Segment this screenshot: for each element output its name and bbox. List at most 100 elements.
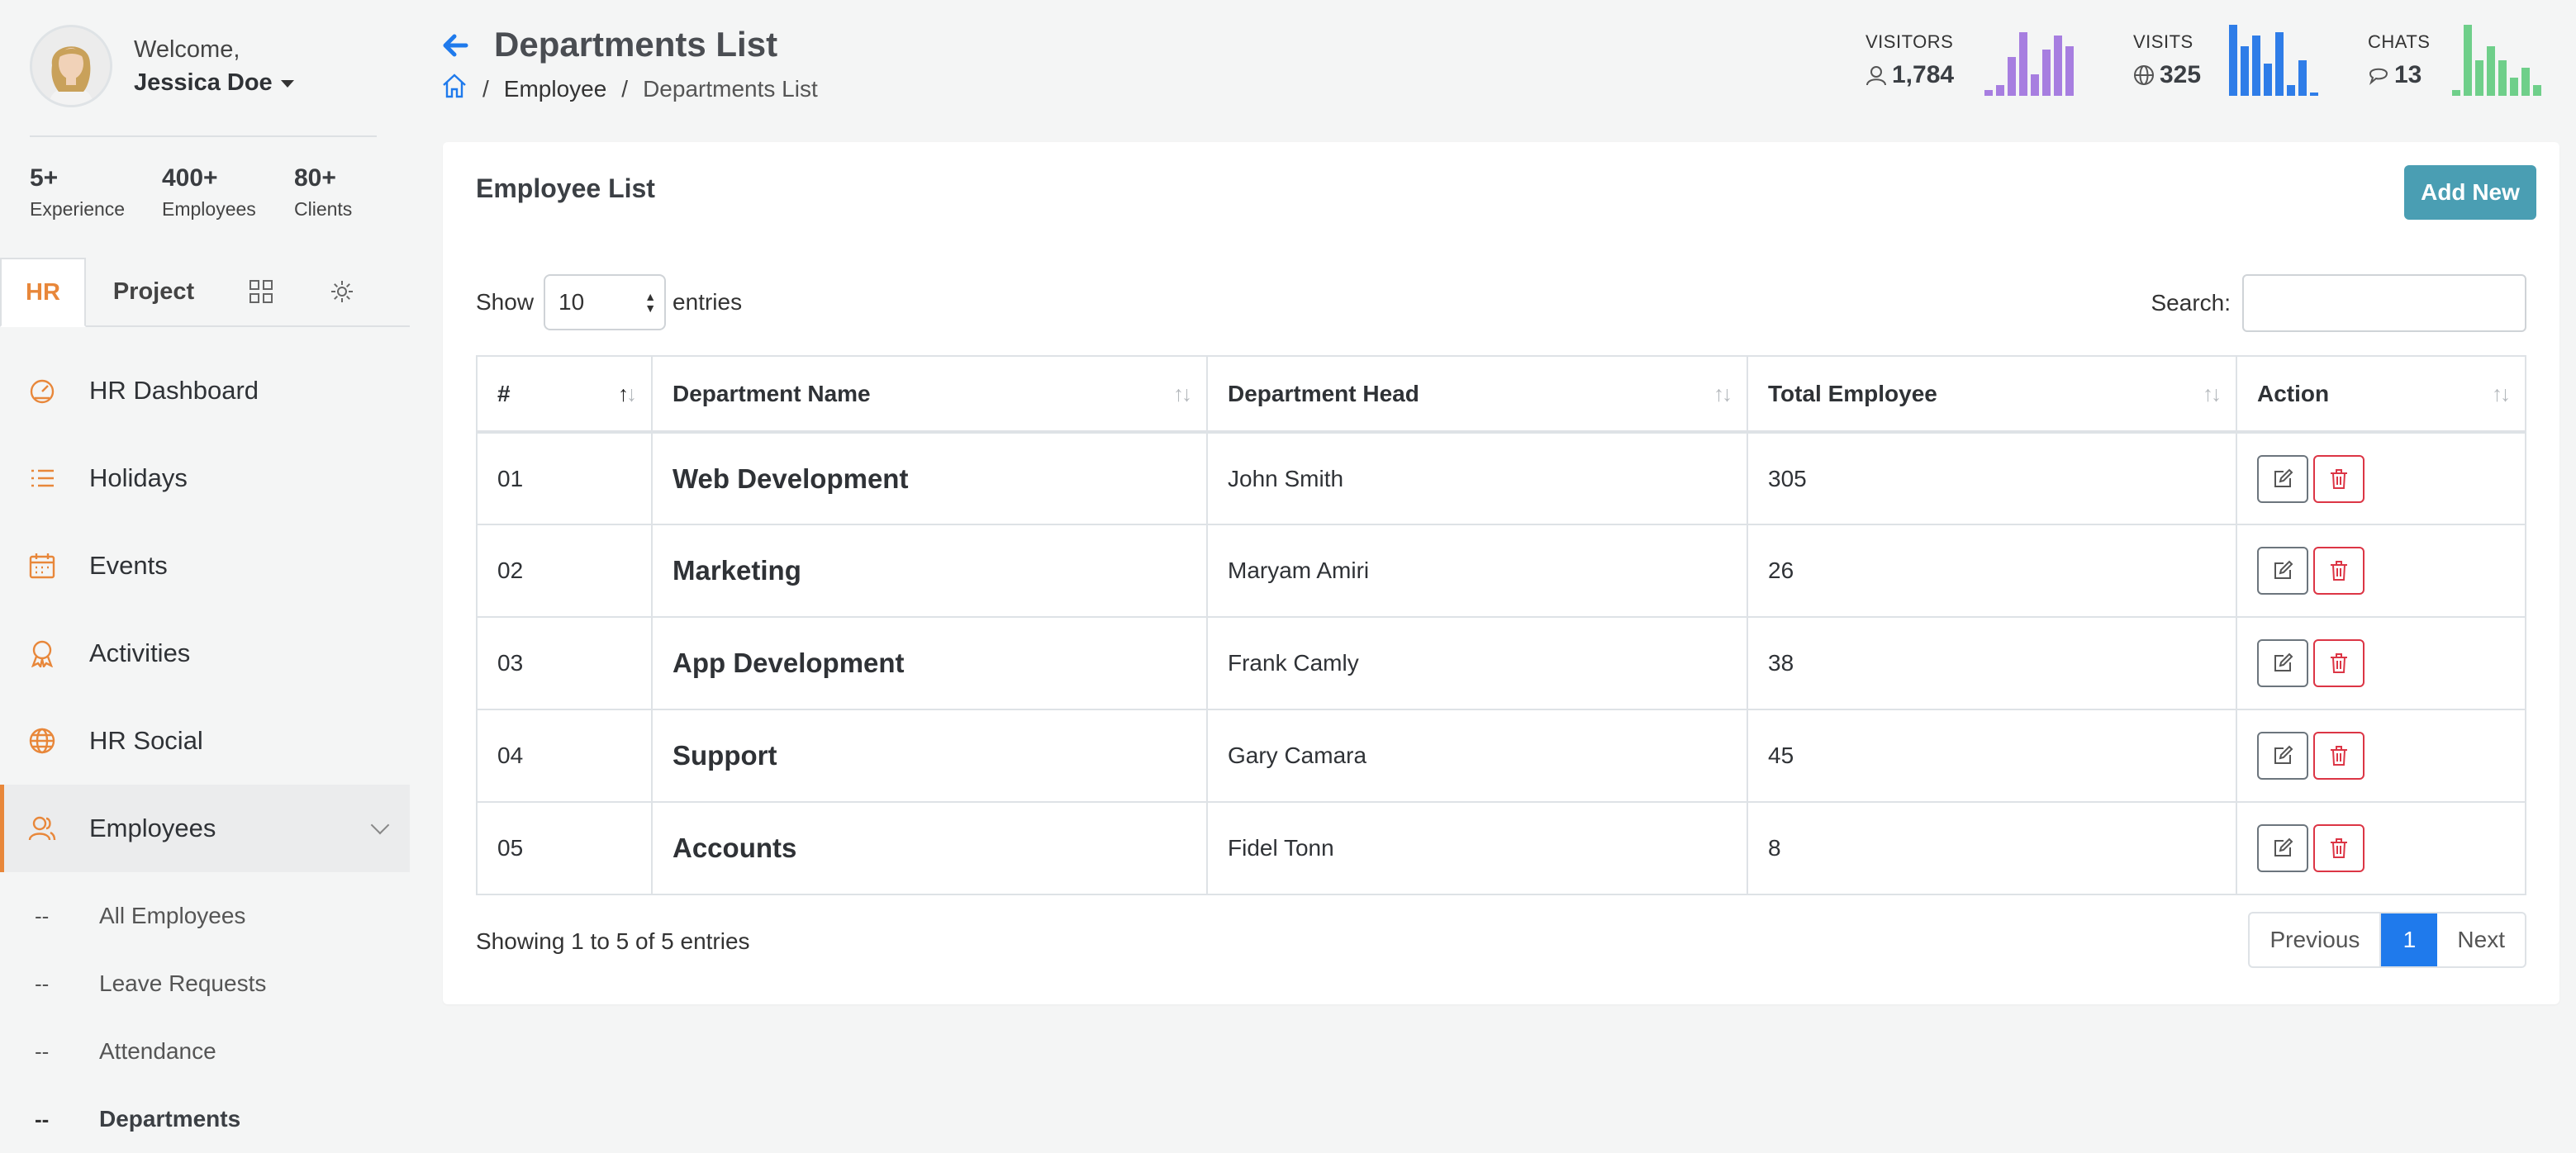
sidebar-item-employees[interactable]: Employees: [0, 785, 410, 872]
sparkline-bar: [2452, 90, 2460, 96]
column-header-department-head[interactable]: Department Head ↑↓: [1206, 355, 1748, 433]
metric-label: CHATS: [2368, 31, 2431, 52]
column-header-action[interactable]: Action ↑↓: [2236, 355, 2526, 433]
back-arrow-icon[interactable]: [441, 33, 469, 62]
stat-label: Employees: [162, 198, 256, 220]
tab-hr[interactable]: HR: [0, 258, 86, 327]
cell-total-employee: 38: [1747, 616, 2237, 710]
sparkline-bar: [2498, 60, 2507, 96]
sparkline-bar: [2310, 93, 2318, 96]
cell-department-name: Accounts: [651, 801, 1208, 895]
sidebar-tabs: HR Project: [0, 258, 410, 327]
sparkline-bar: [2031, 74, 2039, 96]
delete-button[interactable]: [2313, 454, 2365, 503]
action-buttons: [2257, 639, 2505, 687]
sort-ascending-icon: ↑↓: [618, 381, 637, 406]
sparkline-bar: [2521, 68, 2530, 96]
visits-sparkline: [2229, 25, 2318, 96]
metric-value-row: 1,784: [1865, 61, 1954, 89]
grid-icon[interactable]: [236, 258, 286, 325]
sparkline-bar: [2241, 46, 2249, 96]
action-buttons: [2257, 824, 2505, 872]
sidebar-item-holidays[interactable]: Holidays: [0, 434, 410, 522]
cell-department-head: Frank Camly: [1206, 616, 1748, 710]
calendar-icon: [28, 552, 56, 580]
cell-number: 02: [476, 524, 653, 618]
sort-icon: ↑↓: [2203, 381, 2222, 406]
sidebar-item-label: HR Social: [89, 726, 203, 755]
metric-visits: VISITS 325: [2133, 31, 2201, 89]
sidebar-item-activities[interactable]: Activities: [0, 610, 410, 697]
sidebar-item-events[interactable]: Events: [0, 522, 410, 610]
cell-total-employee: 305: [1747, 431, 2237, 525]
delete-button[interactable]: [2313, 639, 2365, 687]
speedometer-icon: [28, 377, 56, 405]
column-header-department-name[interactable]: Department Name ↑↓: [651, 355, 1208, 433]
page-1-button[interactable]: 1: [2381, 913, 2438, 966]
avatar[interactable]: [30, 25, 112, 107]
sparkline-bar: [2464, 25, 2472, 96]
metric-chats: CHATS 13: [2368, 31, 2430, 89]
card-title: Employee List: [476, 173, 655, 203]
gear-icon[interactable]: [317, 258, 367, 325]
sidebar-item-hr-social[interactable]: HR Social: [0, 697, 410, 785]
chats-sparkline: [2452, 25, 2541, 96]
column-header-label: Action: [2257, 380, 2330, 406]
edit-button[interactable]: [2257, 824, 2308, 872]
edit-button[interactable]: [2257, 732, 2308, 780]
metric-value: 1,784: [1892, 61, 1955, 88]
stat-value: 5+: [30, 164, 59, 192]
page-title: Departments List: [494, 25, 778, 64]
sparkline-bar: [2264, 64, 2272, 96]
delete-button[interactable]: [2313, 732, 2365, 780]
column-header-label: #: [497, 380, 511, 406]
breadcrumb-employee[interactable]: Employee: [504, 76, 607, 102]
column-header-total-employee[interactable]: Total Employee ↑↓: [1747, 355, 2237, 433]
sidebar-subitem-label: Attendance: [99, 1038, 216, 1064]
search-input[interactable]: [2242, 274, 2526, 332]
next-page-button[interactable]: Next: [2437, 913, 2525, 966]
sidebar: Welcome, Jessica Doe 5+ Experience 400+ …: [0, 0, 413, 1133]
edit-button[interactable]: [2257, 454, 2308, 503]
previous-page-button[interactable]: Previous: [2250, 913, 2382, 966]
sidebar-subitem-all-employees[interactable]: -- All Employees: [0, 882, 410, 950]
list-icon: [28, 464, 56, 492]
column-header-label: Total Employee: [1768, 380, 1937, 406]
sidebar-subitem-attendance[interactable]: -- Attendance: [0, 1018, 410, 1085]
search-control: Search:: [2151, 274, 2526, 332]
sidebar-item-label: HR Dashboard: [89, 376, 259, 405]
stat-employees: 400+ Employees: [162, 162, 294, 223]
edit-button[interactable]: [2257, 547, 2308, 595]
sidebar-menu: HR Dashboard Holidays Events Activities …: [0, 347, 410, 1153]
add-new-button[interactable]: Add New: [2404, 165, 2536, 220]
department-table: # ↑↓ Department Name ↑↓ Department Head ↑↓ …: [476, 355, 2526, 895]
sparkline-bar: [2054, 36, 2062, 96]
edit-icon: [2274, 560, 2293, 579]
column-header-number[interactable]: # ↑↓: [476, 355, 653, 433]
home-icon[interactable]: [441, 73, 468, 105]
entries-select[interactable]: 10 ▲ ▼: [544, 274, 667, 330]
cell-department-head: Fidel Tonn: [1206, 801, 1748, 895]
user-name-dropdown[interactable]: Jessica Doe: [134, 66, 294, 99]
sparkline-bar: [2298, 60, 2307, 96]
sidebar-item-hr-dashboard[interactable]: HR Dashboard: [0, 347, 410, 434]
users-icon: [28, 814, 56, 842]
cell-action: [2236, 616, 2526, 710]
breadcrumb-separator: /: [482, 75, 489, 102]
cell-department-name: Support: [651, 709, 1208, 803]
pagination: Previous 1 Next: [2248, 912, 2526, 968]
stat-clients: 80+ Clients: [294, 162, 426, 223]
action-buttons: [2257, 547, 2505, 595]
edit-button[interactable]: [2257, 639, 2308, 687]
delete-button[interactable]: [2313, 547, 2365, 595]
sidebar-subitem-departments[interactable]: -- Departments: [0, 1085, 410, 1153]
tab-project[interactable]: Project: [86, 258, 221, 325]
trash-icon: [2331, 746, 2347, 766]
sidebar-subitem-leave-requests[interactable]: -- Leave Requests: [0, 950, 410, 1018]
user-profile: Welcome, Jessica Doe: [30, 25, 294, 107]
submenu-dash: --: [35, 970, 50, 996]
trash-icon: [2331, 653, 2347, 673]
delete-button[interactable]: [2313, 824, 2365, 872]
cell-number: 01: [476, 431, 653, 525]
sparkline-bar: [2533, 85, 2541, 96]
